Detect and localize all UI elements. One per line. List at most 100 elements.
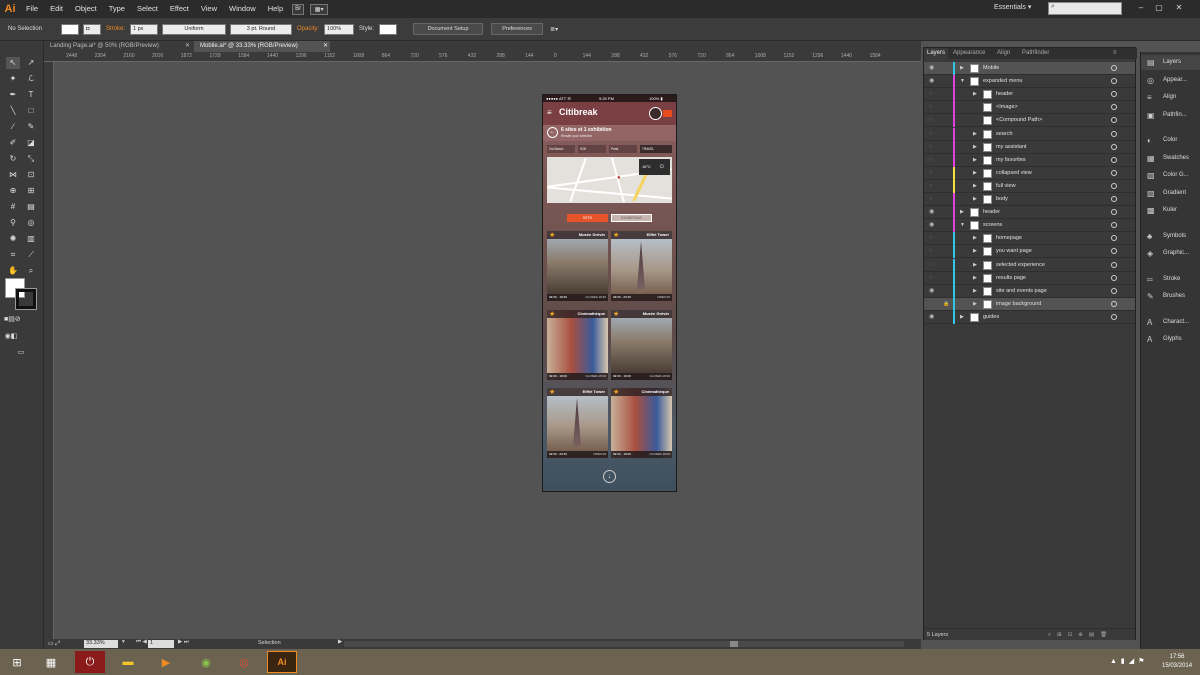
app-icon[interactable]: ◉ xyxy=(191,651,221,673)
target-circle-icon[interactable] xyxy=(1111,196,1117,202)
layer-row[interactable]: ○ ▶ results page xyxy=(924,271,1135,285)
layer-name[interactable]: expanded menu xyxy=(983,75,1022,88)
next-artboard-icon[interactable]: ▶ ⏭ xyxy=(178,639,189,646)
dock-layers-button[interactable]: ▤ Layers xyxy=(1141,55,1200,70)
zoom-tool-icon[interactable]: ⌕ xyxy=(24,265,38,277)
visibility-eye-icon[interactable]: ○ xyxy=(929,245,933,258)
zoom-field[interactable]: 33.33% xyxy=(84,640,118,648)
visibility-eye-icon[interactable]: ○ xyxy=(929,141,933,154)
avatar[interactable] xyxy=(649,107,662,120)
visibility-eye-icon[interactable]: ○ xyxy=(929,101,933,114)
layer-row[interactable]: ○ ▶ header xyxy=(924,88,1135,102)
layer-name[interactable]: collapsed view xyxy=(996,167,1032,180)
system-tray-icons[interactable]: ▲▮◢⚑ xyxy=(1110,657,1148,665)
maximize-icon[interactable]: ▢ xyxy=(1152,3,1166,15)
layer-row[interactable]: ◉ ▶ guides xyxy=(924,310,1135,324)
menu-window[interactable]: Window xyxy=(223,0,262,18)
color-mode-icons[interactable]: ■▤⊘ xyxy=(4,314,21,326)
expand-icon[interactable]: ▶ xyxy=(973,88,977,101)
target-circle-icon[interactable] xyxy=(1111,156,1117,163)
layer-row[interactable]: ○ ▶ search xyxy=(924,127,1135,141)
tab-mobile[interactable]: Mobile.ai* @ 33.33% (RGB/Preview) ✕ xyxy=(194,41,330,52)
layer-name[interactable]: guides xyxy=(983,311,999,324)
dock-align-button[interactable]: ≡ Align xyxy=(1141,90,1200,105)
opacity-field[interactable]: 100% xyxy=(324,23,355,35)
arrange-documents-icon[interactable]: ▦▾ xyxy=(310,3,329,15)
dock-stroke-button[interactable]: ═ Stroke xyxy=(1141,272,1200,287)
expand-icon[interactable]: ▶ xyxy=(973,141,977,154)
layer-row[interactable]: ○ ▶ collapsed view xyxy=(924,166,1135,180)
layer-name[interactable]: body xyxy=(996,193,1008,206)
target-circle-icon[interactable] xyxy=(1111,248,1117,255)
paintbrush-tool-icon[interactable]: ∕ xyxy=(6,121,20,133)
scrollbar-thumb[interactable] xyxy=(730,641,738,647)
target-circle-icon[interactable] xyxy=(1111,182,1117,189)
illustrator-taskbar-icon[interactable]: Ai xyxy=(267,651,297,673)
back-arrow-icon[interactable]: ← xyxy=(547,127,558,138)
dock-pathfin-button[interactable]: ▣ Pathfin... xyxy=(1141,108,1200,123)
dock-colorg-button[interactable]: ▧ Color G... xyxy=(1141,168,1200,183)
target-circle-icon[interactable] xyxy=(1111,117,1117,124)
layer-name[interactable]: my assistant xyxy=(996,141,1027,154)
dock-swatches-button[interactable]: ▦ Swatches xyxy=(1141,151,1200,166)
dock-color-button[interactable]: ◐ Color xyxy=(1141,133,1200,148)
close-icon[interactable]: ✕ xyxy=(1172,3,1186,15)
layer-row[interactable]: ○ 🔒 ▶ image background xyxy=(924,297,1135,311)
layer-row[interactable]: ○ <Compound Path> xyxy=(924,114,1135,128)
expand-icon[interactable]: ▶ xyxy=(960,311,964,324)
layer-row[interactable]: ○ ▶ full view xyxy=(924,179,1135,193)
artboard-number-field[interactable]: 1 xyxy=(148,640,174,648)
file-explorer-icon[interactable]: ▬ xyxy=(113,651,143,673)
layer-row[interactable]: ○ ▶ you want page xyxy=(924,245,1135,259)
slice-tool-icon[interactable]: ⟋ xyxy=(24,249,38,261)
dock-kuler-button[interactable]: ▩ Kuler xyxy=(1141,203,1200,218)
shape-builder-tool-icon[interactable]: ⊕ xyxy=(6,185,20,197)
filter-date[interactable]: 2rd March xyxy=(547,145,575,153)
visibility-eye-icon[interactable]: ○ xyxy=(929,180,933,193)
star-icon[interactable]: ★ xyxy=(613,389,619,396)
screen-mode-icon[interactable]: ▭ xyxy=(14,347,28,359)
scroll-down-icon[interactable]: ↓ xyxy=(603,470,616,483)
visibility-eye-icon[interactable]: ◉ xyxy=(929,219,934,232)
layer-row[interactable]: ○ ▶ selected experience xyxy=(924,258,1135,272)
visibility-eye-icon[interactable]: ◉ xyxy=(929,75,934,88)
stroke-color-box[interactable] xyxy=(15,288,37,310)
target-circle-icon[interactable] xyxy=(1111,300,1117,307)
tab-landing-page[interactable]: Landing Page.ai* @ 50% (RGB/Preview) ✕ xyxy=(44,41,192,52)
filter-city[interactable]: Paris xyxy=(609,145,637,153)
variable-width-profile[interactable]: Uniform xyxy=(162,23,227,35)
bridge-button[interactable]: Br xyxy=(292,3,305,15)
blob-brush-tool-icon[interactable]: ✐ xyxy=(6,137,20,149)
magic-wand-tool-icon[interactable]: ✦ xyxy=(6,73,20,85)
target-circle-icon[interactable] xyxy=(1111,169,1117,176)
hand-tool-icon[interactable]: ✋ xyxy=(6,265,20,277)
dock-graphic-button[interactable]: ◈ Graphic... xyxy=(1141,246,1200,261)
dock-appear-button[interactable]: ◎ Appear... xyxy=(1141,73,1200,88)
layer-name[interactable]: header xyxy=(996,88,1013,101)
expand-icon[interactable]: ▶ xyxy=(973,193,977,206)
menu-file[interactable]: File xyxy=(20,0,44,18)
gradient-tool-icon[interactable]: ▤ xyxy=(24,201,38,213)
stroke-swatch[interactable]: ◘ xyxy=(83,23,101,35)
rotate-tool-icon[interactable]: ↻ xyxy=(6,153,20,165)
perspective-grid-tool-icon[interactable]: ⊞ xyxy=(24,185,38,197)
expand-icon[interactable]: ▶ xyxy=(973,154,977,167)
preferences-button[interactable]: Preferences xyxy=(491,23,544,35)
dock-glyphs-button[interactable]: А Glyphs xyxy=(1141,332,1200,347)
site-card[interactable]: Eiffel Tower ★ 09:00 - 23:45 OPEN 00 xyxy=(611,231,672,301)
collapse-icon[interactable]: ▼ xyxy=(960,219,965,232)
menu-object[interactable]: Object xyxy=(69,0,103,18)
target-circle-icon[interactable] xyxy=(1111,130,1117,137)
panel-options-icon[interactable]: ≣▾ xyxy=(550,26,558,33)
layer-row[interactable]: ◉ ▶ header xyxy=(924,206,1135,220)
expand-icon[interactable]: ▶ xyxy=(973,167,977,180)
document-setup-button[interactable]: Document Setup xyxy=(413,23,484,35)
visibility-eye-icon[interactable]: ○ xyxy=(929,88,933,101)
target-circle-icon[interactable] xyxy=(1111,287,1117,294)
target-circle-icon[interactable] xyxy=(1111,313,1117,320)
prev-artboard-icon[interactable]: ⏮ ◀ xyxy=(136,639,147,646)
layer-row[interactable]: ○ ▶ my assistant xyxy=(924,140,1135,154)
lock-icon[interactable]: 🔒 xyxy=(943,298,949,311)
tab-align[interactable]: Align xyxy=(994,48,1013,59)
map-pin-icon[interactable]: ● xyxy=(617,175,621,181)
